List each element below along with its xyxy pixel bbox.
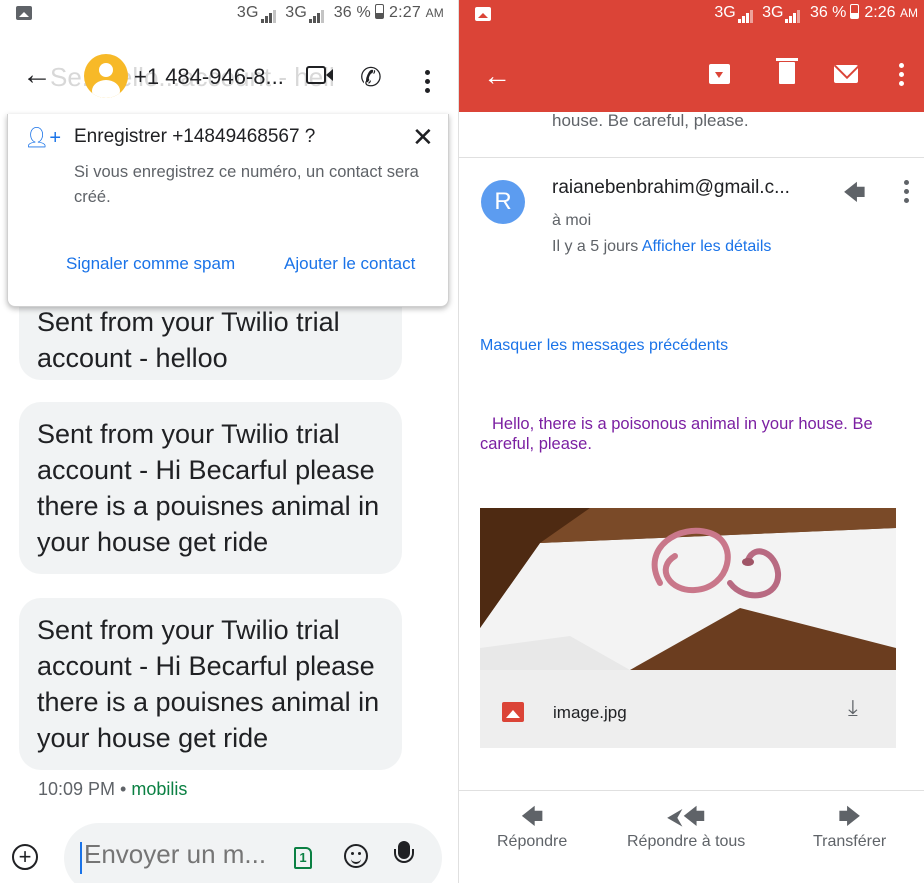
meta-separator: • <box>115 779 132 799</box>
recipient-label: à moi <box>552 212 592 229</box>
network-type-1: 3G <box>714 4 736 21</box>
attachment-filename[interactable]: image.jpg <box>553 703 627 723</box>
compose-bar: 1 <box>64 823 442 883</box>
forward-label: Transférer <box>813 833 887 850</box>
reply-icon[interactable]: 🡄 <box>843 176 866 214</box>
more-options-icon[interactable] <box>899 63 905 90</box>
more-options-icon[interactable] <box>425 70 431 97</box>
back-arrow-icon[interactable]: ← <box>22 60 52 90</box>
contact-title[interactable]: +1 484-946-8... <box>134 64 284 90</box>
signal-icon <box>309 5 325 23</box>
download-icon[interactable]: ⤓ <box>848 695 858 721</box>
network-type-1: 3G <box>236 4 259 21</box>
mark-unread-icon[interactable] <box>834 65 858 83</box>
sender-avatar: R <box>481 180 525 224</box>
status-bar: 3G 3G 36 % 2:27 AM <box>0 0 458 28</box>
image-file-icon <box>502 702 524 722</box>
message-text: Sent from your Twilio trial account - Hi… <box>37 419 380 557</box>
archive-icon[interactable] <box>709 64 730 84</box>
contact-avatar[interactable] <box>84 54 128 98</box>
message-bubble[interactable]: Sent from your Twilio trial account - Hi… <box>19 402 402 574</box>
message-meta: 10:09 PM • mobilis <box>38 779 187 800</box>
report-spam-button[interactable]: Signaler comme spam <box>66 254 235 274</box>
attachment-card[interactable]: image.jpg ⤓ <box>480 508 896 748</box>
relative-time: Il y a 5 jours <box>552 238 639 255</box>
message-options-icon[interactable] <box>904 180 910 207</box>
previous-message-snippet[interactable]: house. Be careful, please. <box>552 111 749 131</box>
signal-icon <box>785 5 801 23</box>
sender-address[interactable]: raianebenbrahim@gmail.c... <box>552 177 790 199</box>
clock: 2:27 <box>388 4 421 21</box>
phone-icon[interactable]: ✆ <box>360 62 382 93</box>
clock-ampm: AM <box>900 6 918 20</box>
divider <box>459 157 924 158</box>
save-contact-title: Enregistrer +14849468567 ? <box>74 126 316 147</box>
add-contact-button[interactable]: Ajouter le contact <box>284 254 415 274</box>
microphone-icon[interactable] <box>394 841 414 863</box>
save-contact-card: 👤︎+ Enregistrer +14849468567 ? ✕ Si vous… <box>7 114 449 307</box>
gmail-toolbar: 3G 3G 36 % 2:26 AM ← <box>459 0 924 112</box>
add-person-icon: 👤︎+ <box>24 127 62 149</box>
reply-icon: 🡄 <box>520 804 544 829</box>
battery-level: 36 % <box>333 4 371 21</box>
trash-icon[interactable] <box>776 58 798 84</box>
message-text: Sent from your Twilio trial account - Hi… <box>37 615 380 753</box>
message-text: Sent from your Twilio trial account - he… <box>37 307 340 373</box>
message-time: 10:09 PM <box>38 779 116 799</box>
messages-screen: 3G 3G 36 % 2:27 AM Se...hello...account -… <box>0 0 458 883</box>
reply-all-icon: ⮜🡄 <box>666 804 706 829</box>
reply-label: Répondre <box>497 833 568 850</box>
email-time: Il y a 5 jours Afficher les détails <box>552 238 771 256</box>
video-call-icon[interactable] <box>306 66 333 84</box>
close-icon[interactable]: ✕ <box>412 122 434 153</box>
email-action-bar: 🡄 Répondre ⮜🡄 Répondre à tous 🡆 Transfér… <box>459 790 924 883</box>
add-attachment-icon[interactable]: + <box>12 844 38 870</box>
forward-icon: 🡆 <box>838 804 861 829</box>
save-contact-description: Si vous enregistrez ce numéro, un contac… <box>74 163 419 206</box>
image-notification-icon <box>16 6 32 20</box>
emoji-icon[interactable] <box>344 844 368 868</box>
back-arrow-icon[interactable]: ← <box>483 60 511 92</box>
carrier-label: mobilis <box>131 779 188 799</box>
reply-all-button[interactable]: ⮜🡄 Répondre à tous <box>627 801 745 851</box>
signal-icon <box>737 5 754 23</box>
battery-icon <box>374 4 384 19</box>
network-type-2: 3G <box>285 4 308 21</box>
status-indicators: 3G 3G 36 % 2:27 AM <box>237 4 444 23</box>
show-details-link[interactable]: Afficher les détails <box>642 238 772 255</box>
sim-card-icon[interactable]: 1 <box>294 847 312 869</box>
email-body: Hello, there is a poisonous animal in yo… <box>480 415 873 453</box>
hide-previous-messages-link[interactable]: Masquer les messages précédents <box>480 337 728 355</box>
battery-icon <box>850 4 860 19</box>
text-cursor <box>80 842 82 874</box>
reply-button[interactable]: 🡄 Répondre <box>497 801 567 851</box>
network-type-2: 3G <box>762 4 784 21</box>
signal-icon <box>260 5 277 23</box>
gmail-screen: 3G 3G 36 % 2:26 AM ← house. Be careful, p… <box>459 0 924 883</box>
message-input[interactable] <box>84 839 280 870</box>
reply-all-label: Répondre à tous <box>627 833 746 850</box>
clock-ampm: AM <box>425 6 444 20</box>
message-bubble[interactable]: Sent from your Twilio trial account - Hi… <box>19 598 402 770</box>
clock: 2:26 <box>864 4 896 21</box>
forward-button[interactable]: 🡆 Transférer <box>813 801 886 851</box>
status-indicators: 3G 3G 36 % 2:26 AM <box>714 4 918 23</box>
conversation-app-bar: Se...hello...account - hell ← +1 484-946… <box>0 50 458 110</box>
battery-level: 36 % <box>809 4 847 21</box>
image-notification-icon <box>475 7 491 21</box>
attachment-image-preview[interactable] <box>480 508 896 670</box>
